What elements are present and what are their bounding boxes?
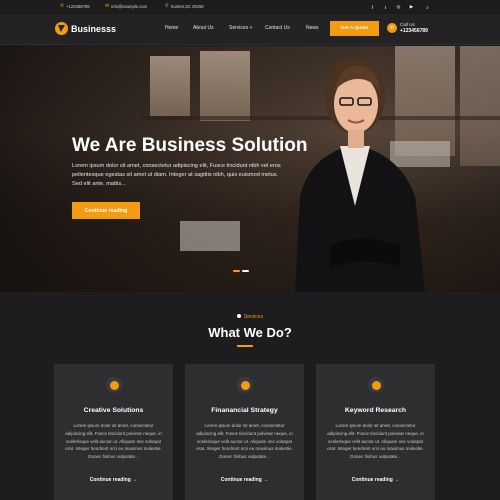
service-card[interactable]: Finanancial Strategy Lorem ipsum dolor s… bbox=[185, 364, 304, 500]
topbar-email-text: info@example.com bbox=[111, 4, 148, 9]
twitter-icon[interactable]: t bbox=[381, 3, 390, 11]
office-window bbox=[200, 51, 250, 121]
continue-reading-button[interactable]: Continue reading bbox=[72, 202, 140, 219]
title-underline bbox=[237, 345, 253, 347]
nav-contact-us[interactable]: Contact Us bbox=[265, 25, 290, 31]
tag-dot-icon bbox=[236, 314, 241, 318]
call-number: +123456789 bbox=[400, 28, 428, 34]
phone-icon: ✆ bbox=[60, 3, 65, 9]
section-title: What We Do? bbox=[208, 325, 292, 340]
location-icon: ⚲ bbox=[165, 3, 169, 9]
phone-icon: ✆ bbox=[387, 23, 397, 33]
top-bar: ✆ +123456789 ✉ info@example.com ⚲ Sumter… bbox=[0, 0, 500, 14]
search-icon[interactable]: ⌕ bbox=[423, 3, 432, 11]
slider-dot-1[interactable] bbox=[233, 270, 240, 272]
hero-banner: We Are Business Solution Lorem ipsum dol… bbox=[0, 46, 500, 292]
businesswoman-photo bbox=[295, 58, 425, 292]
chart-icon bbox=[368, 377, 384, 393]
brand-name: Businesss bbox=[71, 23, 117, 34]
topbar-address-text: Sumter,SC 29150 bbox=[170, 4, 204, 9]
card-text: Lorem ipsum dolor sit amet, consectetur … bbox=[327, 423, 424, 460]
topbar-email[interactable]: ✉ info@example.com bbox=[105, 3, 148, 10]
nav-about-us[interactable]: About Us bbox=[193, 25, 214, 31]
mail-icon: ✉ bbox=[105, 3, 110, 9]
card-text: Lorem ipsum dolor sit amet, consectetur … bbox=[65, 423, 162, 460]
facebook-icon[interactable]: f bbox=[368, 3, 377, 11]
page: ✆ +123456789 ✉ info@example.com ⚲ Sumter… bbox=[0, 0, 500, 500]
layers-icon bbox=[106, 377, 122, 393]
logo[interactable]: Businesss bbox=[55, 22, 116, 35]
service-card[interactable]: Creative Solutions Lorem ipsum dolor sit… bbox=[54, 364, 173, 500]
nav-home[interactable]: Home bbox=[165, 25, 178, 31]
service-card[interactable]: Keyword Research Lorem ipsum dolor sit a… bbox=[316, 364, 435, 500]
card-continue-link[interactable]: Continue reading → bbox=[316, 477, 435, 483]
card-title: Creative Solutions bbox=[83, 407, 144, 414]
nav-news[interactable]: News bbox=[306, 25, 319, 31]
topbar-phone-text: +123456789 bbox=[66, 4, 90, 9]
logo-icon bbox=[55, 22, 68, 35]
slider-dot-2[interactable] bbox=[242, 270, 249, 272]
section-tag-text: Services bbox=[243, 314, 264, 320]
youtube-icon[interactable]: ▶ bbox=[407, 3, 416, 11]
nav-services[interactable]: Services + bbox=[229, 25, 252, 31]
hero-title: We Are Business Solution bbox=[72, 135, 308, 156]
topbar-address: ⚲ Sumter,SC 29150 bbox=[165, 3, 204, 10]
office-desk bbox=[180, 221, 240, 251]
office-window bbox=[460, 46, 500, 166]
topbar-phone[interactable]: ✆ +123456789 bbox=[60, 3, 90, 10]
money-icon bbox=[237, 377, 253, 393]
card-title: Keyword Research bbox=[344, 407, 407, 414]
office-window bbox=[150, 56, 190, 116]
hero-text: Lorem ipsum dolor sit amet, consectetur … bbox=[72, 163, 281, 187]
get-quote-button[interactable]: Get A Quote bbox=[330, 21, 379, 36]
slider-dots bbox=[233, 270, 249, 272]
card-continue-link[interactable]: Continue reading → bbox=[54, 477, 173, 483]
section-tag: Services bbox=[0, 314, 500, 320]
card-title: Finanancial Strategy bbox=[211, 407, 278, 414]
instagram-icon[interactable]: ◎ bbox=[394, 3, 403, 11]
card-continue-link[interactable]: Continue reading → bbox=[185, 477, 304, 483]
social-links: f t ◎ ▶ ⌕ bbox=[368, 3, 432, 11]
card-text: Lorem ipsum dolor sit amet, consectetur … bbox=[196, 423, 293, 460]
call-us[interactable]: ✆ Call Us +123456789 bbox=[387, 22, 428, 34]
